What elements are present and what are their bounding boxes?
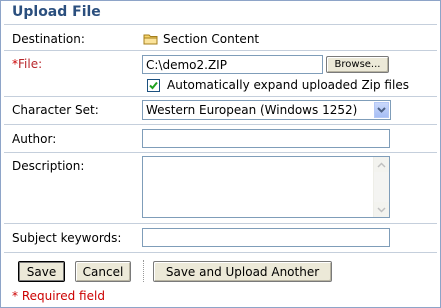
folder-icon — [143, 33, 159, 45]
check-icon — [149, 81, 158, 90]
save-and-upload-another-button[interactable]: Save and Upload Another — [153, 261, 332, 282]
divider — [4, 223, 437, 224]
charset-label: Character Set: — [12, 103, 99, 117]
upload-file-panel: Upload File Destination: Section Content… — [0, 0, 441, 308]
button-separator — [143, 260, 145, 282]
chevron-down-icon — [377, 206, 386, 213]
description-label: Description: — [12, 159, 85, 173]
divider — [4, 96, 437, 97]
scroll-down-button[interactable] — [374, 202, 389, 217]
description-textarea[interactable] — [142, 156, 390, 218]
divider — [4, 252, 437, 253]
charset-select[interactable]: Western European (Windows 1252) — [142, 100, 391, 120]
save-button[interactable]: Save — [18, 261, 65, 282]
file-label: *File: — [12, 57, 42, 71]
cancel-button[interactable]: Cancel — [75, 261, 131, 282]
description-scrollbar[interactable] — [373, 157, 389, 217]
author-input[interactable] — [142, 129, 390, 148]
auto-expand-checkbox[interactable] — [147, 79, 160, 92]
chevron-down-icon — [377, 107, 386, 113]
scroll-up-button[interactable] — [374, 157, 389, 172]
panel-title: Upload File — [12, 4, 101, 20]
author-label: Author: — [12, 132, 57, 146]
destination-label: Destination: — [12, 32, 85, 46]
file-path-input[interactable]: C:\demo2.ZIP — [142, 55, 323, 74]
keywords-label: Subject keywords: — [12, 231, 122, 245]
divider — [4, 24, 437, 25]
dropdown-arrow[interactable] — [374, 102, 389, 118]
required-field-note: * Required field — [12, 289, 105, 303]
keywords-input[interactable] — [142, 228, 390, 247]
divider — [4, 152, 437, 153]
charset-selected-value: Western European (Windows 1252) — [146, 103, 358, 117]
chevron-up-icon — [377, 161, 386, 168]
file-label-text: File: — [18, 57, 43, 71]
browse-button[interactable]: Browse... — [326, 56, 389, 73]
divider — [4, 50, 437, 51]
auto-expand-label: Automatically expand uploaded Zip files — [167, 78, 409, 92]
destination-value: Section Content — [163, 32, 260, 46]
divider — [4, 124, 437, 125]
